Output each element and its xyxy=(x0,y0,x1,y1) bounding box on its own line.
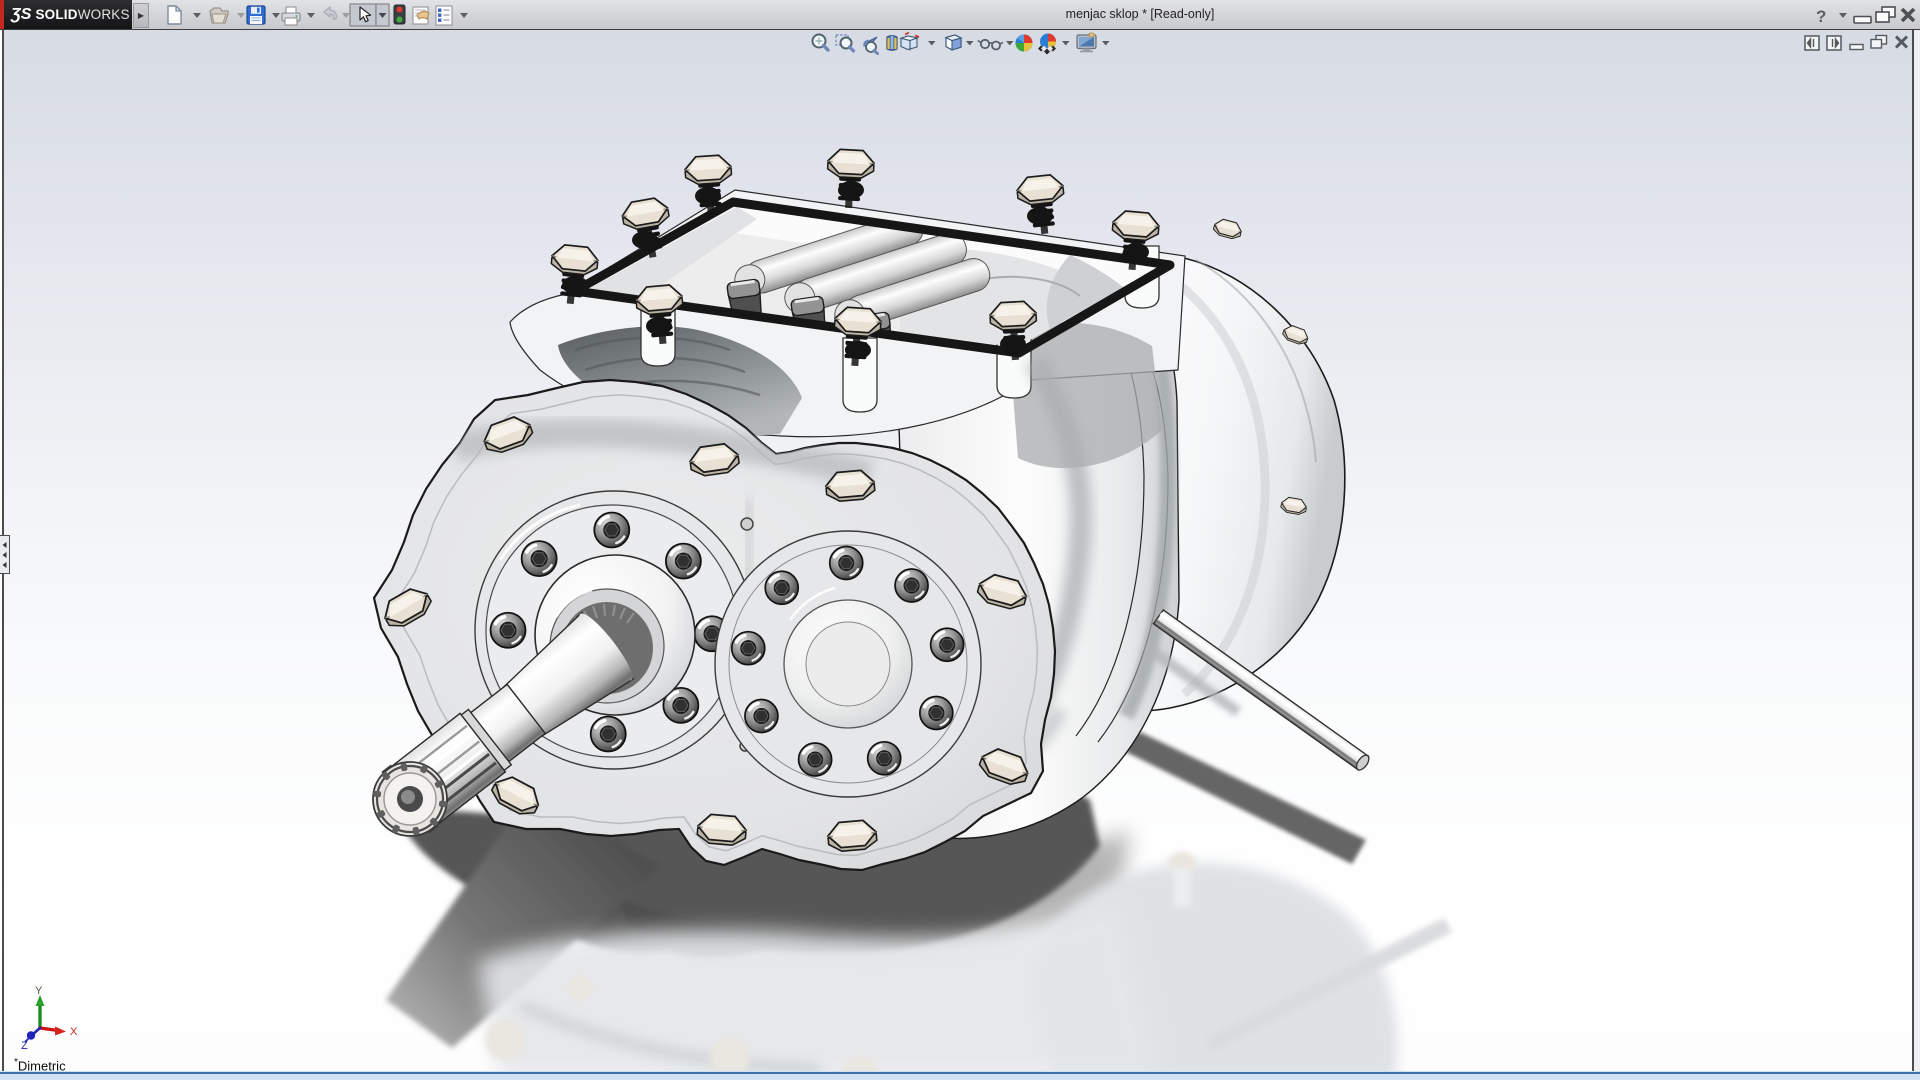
svg-text:?: ? xyxy=(1816,7,1826,26)
svg-text:Z: Z xyxy=(21,1040,28,1052)
svg-text:Y: Y xyxy=(35,985,43,997)
svg-text:X: X xyxy=(70,1026,78,1038)
